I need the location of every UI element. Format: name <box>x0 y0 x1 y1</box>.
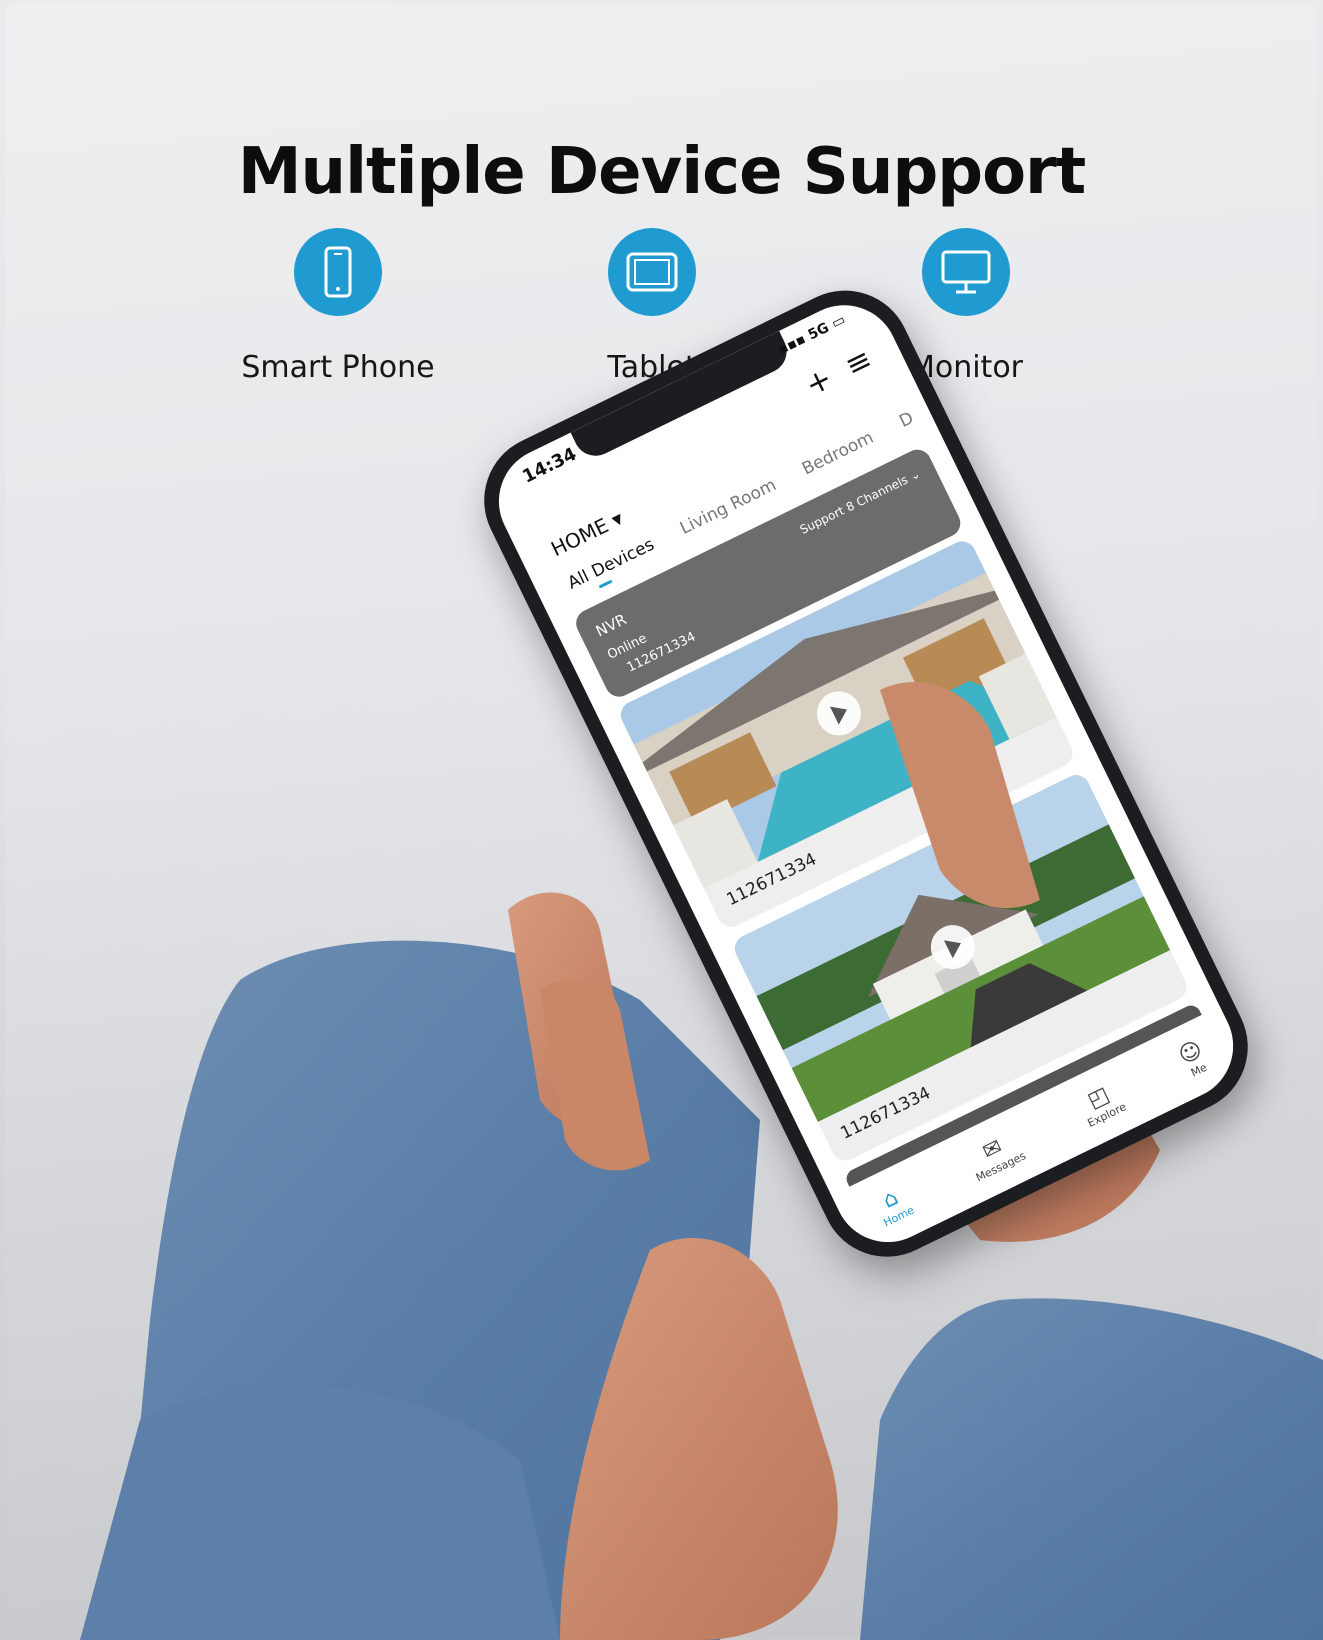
hand-overlay <box>880 682 1040 909</box>
page: Multiple Device Support Smart Phone Tabl… <box>0 0 1323 1640</box>
